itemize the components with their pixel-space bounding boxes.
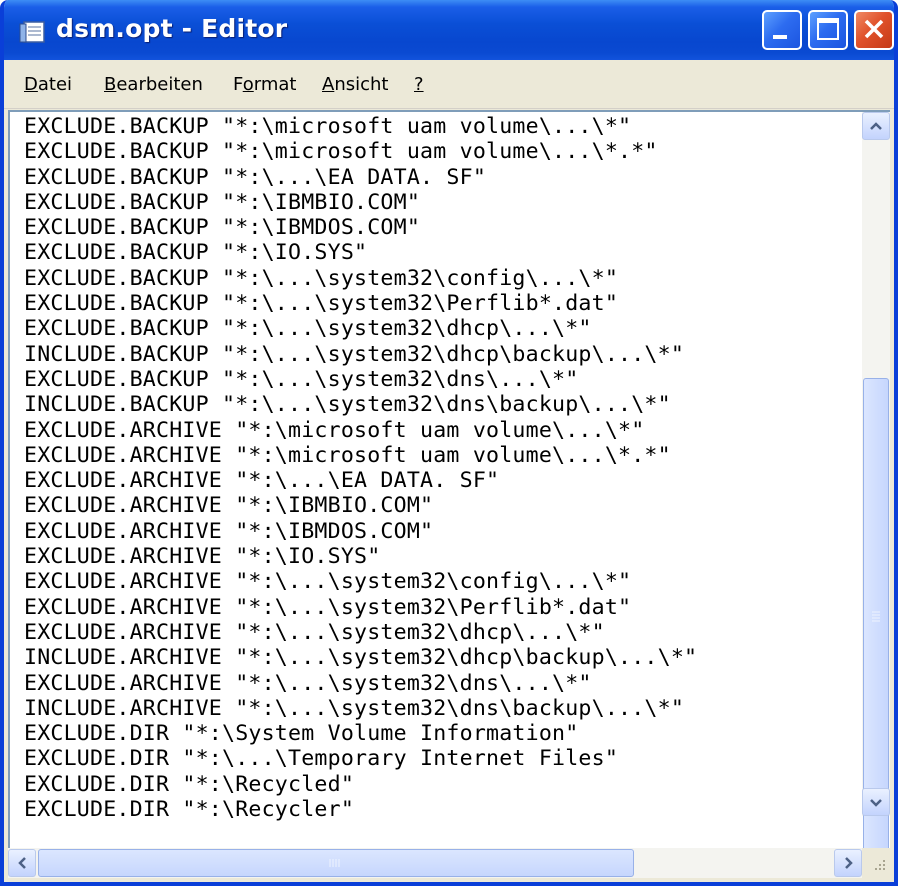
- text-line: EXCLUDE.BACKUP "*:\IBMBIO.COM": [24, 189, 421, 215]
- text-line: INCLUDE.BACKUP "*:\...\system32\dhcp\bac…: [24, 341, 685, 367]
- text-line: EXCLUDE.ARCHIVE "*:\microsoft uam volume…: [24, 442, 671, 468]
- text-line: EXCLUDE.DIR "*:\Recycled": [24, 771, 355, 797]
- text-line: EXCLUDE.ARCHIVE "*:\IBMDOS.COM": [24, 518, 434, 544]
- menu-format[interactable]: Format: [233, 74, 296, 95]
- close-button[interactable]: [854, 10, 894, 50]
- text-line: EXCLUDE.BACKUP "*:\IO.SYS": [24, 240, 368, 266]
- text-line: EXCLUDE.ARCHIVE "*:\...\system32\config\…: [24, 569, 632, 595]
- arrow-down-icon: [870, 799, 882, 807]
- grip-icon: [872, 611, 880, 622]
- text-line: EXCLUDE.ARCHIVE "*:\...\system32\dhcp\..…: [24, 619, 605, 645]
- title-bar[interactable]: dsm.opt - Editor: [4, 0, 894, 60]
- text-line: EXCLUDE.ARCHIVE "*:\IO.SYS": [24, 544, 381, 570]
- text-content[interactable]: EXCLUDE.BACKUP "*:\microsoft uam volume\…: [24, 114, 868, 842]
- menu-bar: Datei Bearbeiten Format Ansicht ?: [4, 60, 894, 109]
- resize-grip[interactable]: [862, 848, 890, 878]
- scroll-down-button[interactable]: [862, 788, 890, 816]
- window-title: dsm.opt - Editor: [56, 14, 288, 43]
- text-line: EXCLUDE.ARCHIVE "*:\...\EA DATA. SF": [24, 468, 500, 494]
- text-line: EXCLUDE.BACKUP "*:\...\system32\dns\...\…: [24, 366, 579, 392]
- scroll-up-button[interactable]: [862, 112, 890, 140]
- text-editor[interactable]: EXCLUDE.BACKUP "*:\microsoft uam volume\…: [8, 110, 890, 848]
- maximize-button[interactable]: [808, 10, 848, 50]
- minimize-icon: [773, 35, 787, 39]
- menu-help[interactable]: ?: [414, 74, 424, 95]
- close-icon: [864, 19, 884, 39]
- text-line: EXCLUDE.BACKUP "*:\...\system32\dhcp\...…: [24, 316, 592, 342]
- text-line: EXCLUDE.BACKUP "*:\microsoft uam volume\…: [24, 114, 632, 139]
- text-line: EXCLUDE.BACKUP "*:\...\system32\config\.…: [24, 265, 619, 291]
- text-line: EXCLUDE.BACKUP "*:\...\EA DATA. SF": [24, 164, 487, 190]
- notepad-icon[interactable]: [18, 20, 46, 44]
- menu-bearbeiten[interactable]: Bearbeiten: [104, 74, 203, 95]
- vertical-scroll-thumb[interactable]: [863, 378, 889, 858]
- text-line: EXCLUDE.BACKUP "*:\IBMDOS.COM": [24, 215, 421, 241]
- text-line: EXCLUDE.BACKUP "*:\microsoft uam volume\…: [24, 139, 658, 165]
- arrow-right-icon: [845, 857, 853, 869]
- menu-datei[interactable]: Datei: [24, 74, 72, 95]
- text-line: EXCLUDE.DIR "*:\Recycler": [24, 797, 355, 823]
- text-line: INCLUDE.ARCHIVE "*:\...\system32\dhcp\ba…: [24, 645, 698, 671]
- arrow-up-icon: [870, 122, 882, 130]
- grip-icon: [329, 859, 340, 867]
- text-line: INCLUDE.ARCHIVE "*:\...\system32\dns\bac…: [24, 695, 685, 721]
- text-line: EXCLUDE.ARCHIVE "*:\...\system32\dns\...…: [24, 670, 592, 696]
- text-line: EXCLUDE.ARCHIVE "*:\IBMBIO.COM": [24, 493, 434, 519]
- text-line: EXCLUDE.ARCHIVE "*:\microsoft uam volume…: [24, 417, 645, 443]
- menu-ansicht[interactable]: Ansicht: [322, 74, 388, 95]
- editor-window: dsm.opt - Editor Datei Bearbeiten Format…: [0, 0, 898, 886]
- text-line: EXCLUDE.ARCHIVE "*:\...\system32\Perflib…: [24, 594, 632, 620]
- text-line: EXCLUDE.DIR "*:\...\Temporary Internet F…: [24, 746, 619, 772]
- text-line: EXCLUDE.BACKUP "*:\...\system32\Perflib*…: [24, 291, 619, 317]
- vertical-scrollbar[interactable]: [862, 112, 890, 858]
- horizontal-scrollbar[interactable]: [8, 848, 862, 878]
- maximize-icon: [817, 18, 839, 40]
- scroll-right-button[interactable]: [834, 849, 862, 877]
- text-line: INCLUDE.BACKUP "*:\...\system32\dns\back…: [24, 392, 671, 418]
- horizontal-scroll-thumb[interactable]: [38, 849, 634, 877]
- arrow-left-icon: [18, 857, 26, 869]
- minimize-button[interactable]: [762, 10, 802, 50]
- resize-grip-icon: [875, 860, 885, 870]
- text-line: EXCLUDE.DIR "*:\System Volume Informatio…: [24, 721, 579, 747]
- scroll-left-button[interactable]: [8, 849, 36, 877]
